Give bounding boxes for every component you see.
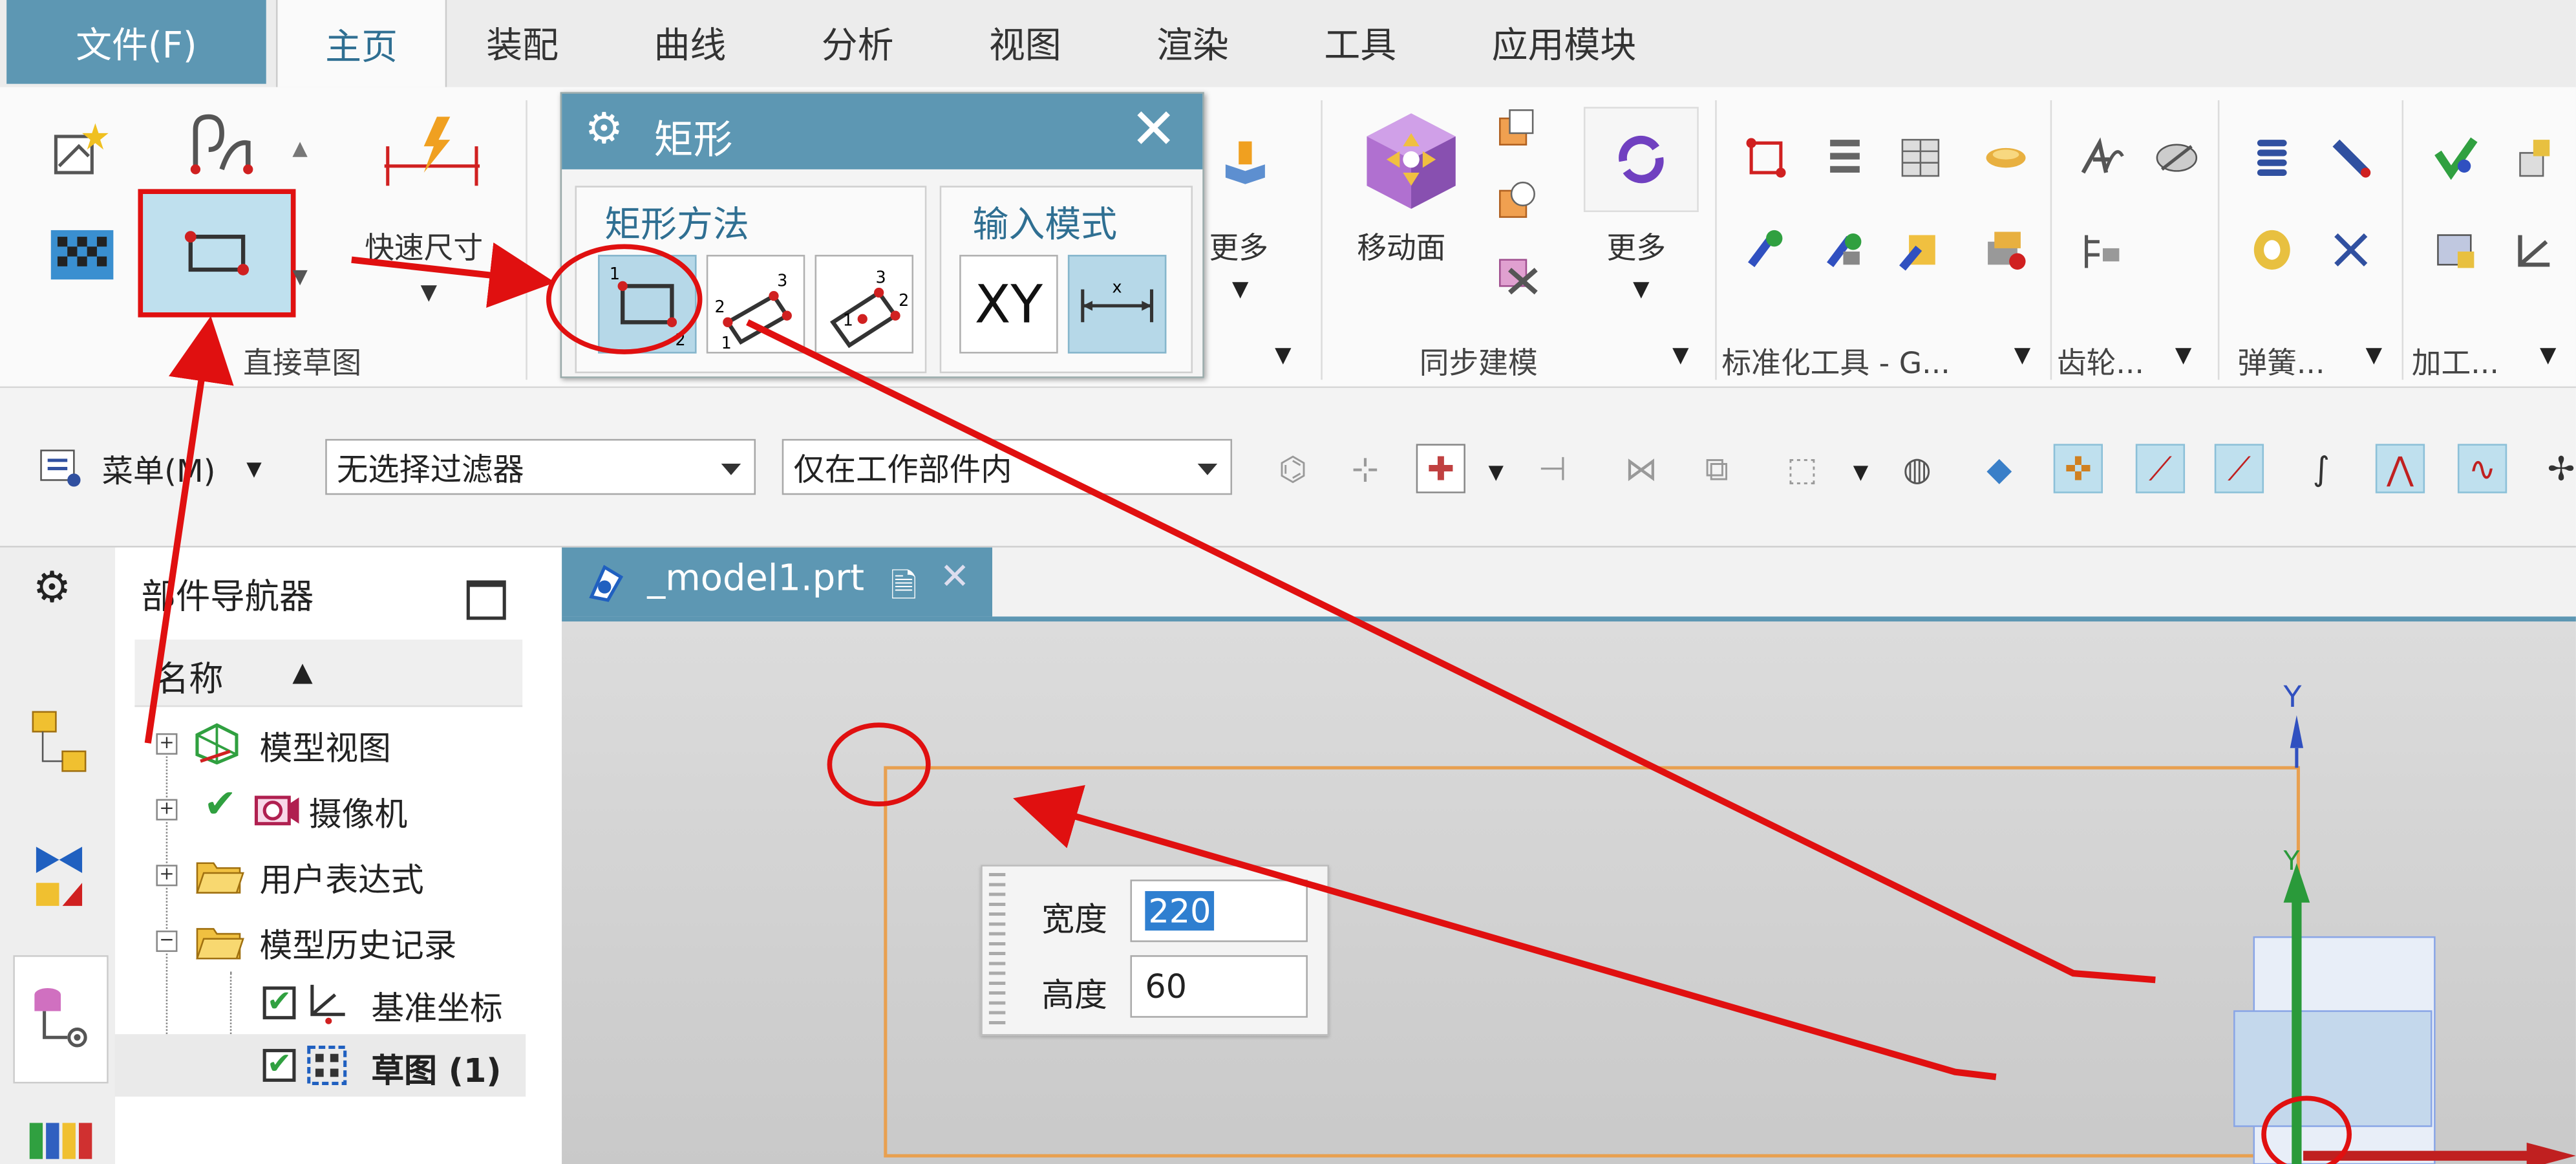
leader-to-corner <box>746 319 2156 984</box>
method-highlight-circle <box>546 244 703 354</box>
corner-highlight-circle <box>827 722 931 807</box>
arrow-to-start-corner <box>1013 784 1997 1081</box>
annotation-overlay <box>144 242 2156 1081</box>
nx-window: 文件(F) 主页 装配 曲线 分析 视图 渲染 工具 应用模块 ▲ ▼ 快速尺寸… <box>0 0 2576 1164</box>
arrow-to-rectangle-button <box>144 316 234 744</box>
arrow-to-method <box>351 242 555 308</box>
